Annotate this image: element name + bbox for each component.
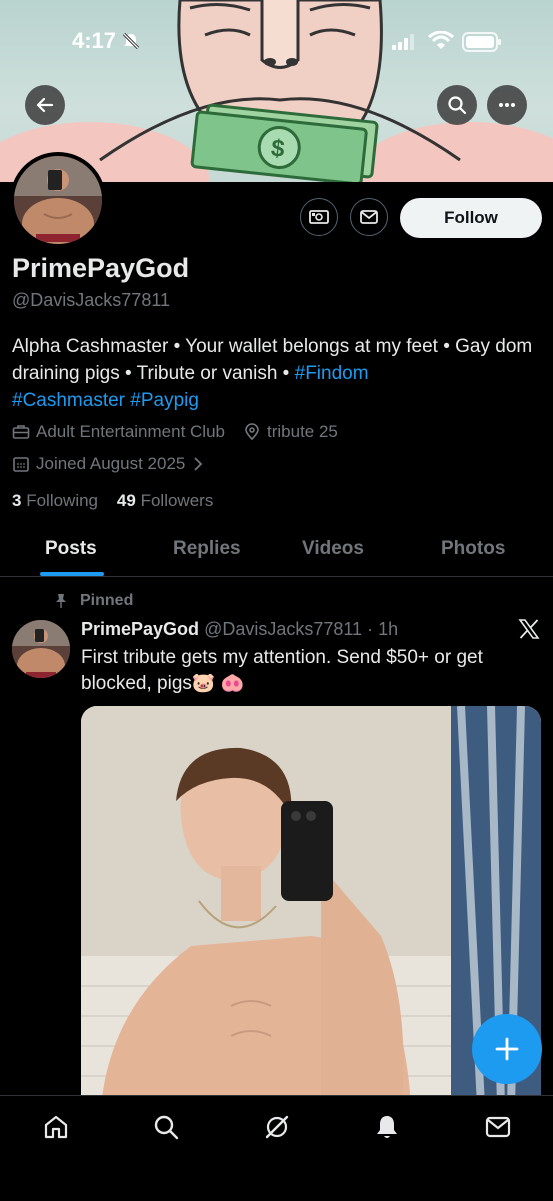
profile-meta-row: Adult Entertainment Club tribute 25 [12, 422, 338, 442]
silent-bell-icon [122, 32, 140, 50]
location-pin-icon [245, 423, 259, 441]
follow-counts: 3 Following 49 Followers [12, 491, 213, 511]
post-author-name[interactable]: PrimePayGod [81, 619, 199, 639]
search-button[interactable] [437, 85, 477, 125]
nav-messages[interactable] [483, 1112, 513, 1142]
nav-grok[interactable] [262, 1112, 292, 1142]
following-label: Following [26, 491, 99, 510]
follow-button[interactable]: Follow [400, 198, 542, 238]
nav-notifications[interactable] [372, 1112, 402, 1142]
followers-link[interactable]: 49 Followers [117, 491, 213, 510]
tip-button[interactable] [300, 198, 338, 236]
bell-icon [377, 1116, 397, 1138]
home-icon [44, 1115, 68, 1139]
profile-bio: Alpha Cashmaster • Your wallet belongs a… [12, 333, 537, 414]
pinned-indicator: Pinned [54, 592, 133, 610]
arrow-left-icon [36, 97, 54, 113]
post-text: First tribute gets my attention. Send $5… [81, 647, 483, 694]
plus-icon [495, 1037, 519, 1061]
status-bar: 4:17 [0, 28, 553, 58]
chevron-right-icon [194, 457, 203, 471]
x-logo-icon [518, 619, 540, 639]
followers-label: Followers [140, 491, 214, 510]
post-author-avatar[interactable] [12, 620, 70, 678]
tab-videos[interactable]: Videos [302, 538, 364, 560]
bio-text: Alpha Cashmaster • Your wallet belongs a… [12, 336, 533, 384]
profile-joined-date: Joined August 2025 [36, 454, 186, 473]
bio-hashtag-paypig[interactable]: #Paypig [130, 390, 199, 411]
profile-category: Adult Entertainment Club [36, 422, 225, 441]
mail-icon [485, 1116, 511, 1138]
status-time: 4:17 [72, 28, 117, 53]
more-button[interactable] [487, 85, 527, 125]
cellular-signal-icon [392, 34, 414, 50]
post-handle-time: @DavisJacks77811 · 1h [204, 619, 399, 639]
search-icon [448, 96, 467, 115]
more-horizontal-icon [499, 103, 515, 107]
following-count: 3 [12, 491, 22, 510]
pinned-label: Pinned [80, 592, 134, 609]
followers-count: 49 [116, 491, 136, 510]
profile-tabs: Posts Replies Videos Photos [0, 528, 553, 577]
bio-hashtag-cashmaster[interactable]: #Cashmaster [12, 390, 125, 411]
bottom-navigation [0, 1095, 553, 1201]
profile-display-name: PrimePayGod [12, 253, 190, 283]
calendar-icon [13, 457, 29, 472]
active-tab-indicator [40, 572, 104, 576]
briefcase-icon [12, 425, 30, 439]
money-icon [309, 210, 329, 224]
profile-location: tribute 25 [267, 422, 338, 441]
tab-replies[interactable]: Replies [173, 538, 241, 560]
envelope-icon [360, 210, 378, 224]
wifi-icon [428, 31, 454, 49]
nav-search[interactable] [151, 1112, 181, 1142]
battery-icon [462, 32, 501, 52]
tab-photos[interactable]: Photos [441, 538, 505, 560]
compose-button[interactable] [472, 1014, 542, 1084]
profile-joined-row[interactable]: Joined August 2025 [12, 454, 211, 474]
search-icon [154, 1115, 179, 1140]
profile-handle: @DavisJacks77811 [12, 290, 171, 310]
back-button[interactable] [25, 85, 65, 125]
post-header: PrimePayGod @DavisJacks77811 · 1h [81, 619, 398, 640]
nav-home[interactable] [41, 1112, 71, 1142]
pin-icon [56, 594, 66, 608]
message-button[interactable] [350, 198, 388, 236]
profile-avatar[interactable] [10, 152, 106, 248]
tab-posts[interactable]: Posts [45, 538, 97, 560]
bio-hashtag-findom[interactable]: #Findom [295, 363, 369, 384]
following-link[interactable]: 3 Following [12, 491, 98, 510]
grok-icon [265, 1115, 289, 1139]
